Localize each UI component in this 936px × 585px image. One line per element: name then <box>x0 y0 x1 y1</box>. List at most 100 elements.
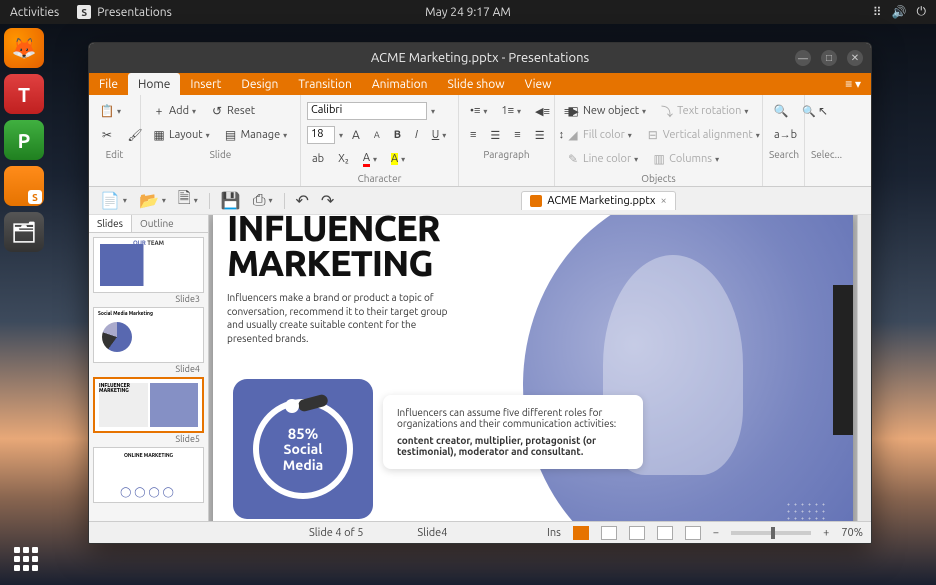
qat-more[interactable]: 🗎▾ <box>173 184 203 217</box>
zoom-slider[interactable] <box>731 531 811 535</box>
menu-insert[interactable]: Insert <box>180 73 231 95</box>
power-icon[interactable]: ⏻ <box>917 5 927 19</box>
align-justify[interactable]: ☰ <box>530 126 550 145</box>
clear-format[interactable]: X₂ <box>333 150 354 168</box>
qat-open[interactable]: 📂▾ <box>134 188 171 213</box>
view-master-button[interactable] <box>657 526 673 540</box>
dock-presentations[interactable] <box>4 166 44 206</box>
shrink-font[interactable]: A <box>369 127 385 143</box>
minimize-button[interactable]: — <box>795 50 811 66</box>
clock[interactable]: May 24 9:17 AM <box>425 6 511 19</box>
manage-icon: ▤ <box>224 128 238 142</box>
document-tab-label: ACME Marketing.pptx <box>547 195 655 207</box>
slide-description[interactable]: Influencers make a brand or product a to… <box>227 291 457 345</box>
font-size-select[interactable]: 18 <box>307 126 335 144</box>
strike-button[interactable]: ab <box>307 150 329 168</box>
callout-box[interactable]: Influencers can assume five different ro… <box>383 395 643 469</box>
qat-undo[interactable]: ↶ <box>291 188 314 213</box>
dock-textmaker[interactable]: T <box>4 74 44 114</box>
columns-button[interactable]: ▥Columns▾ <box>647 149 724 169</box>
status-insert-mode[interactable]: Ins <box>547 527 561 539</box>
qat-redo[interactable]: ↷ <box>316 188 339 213</box>
tab-close-icon[interactable]: × <box>660 195 666 207</box>
presentations-window: ACME Marketing.pptx - Presentations — □ … <box>88 42 872 544</box>
underline-button[interactable]: U▾ <box>427 126 452 144</box>
zoom-level[interactable]: 70% <box>841 527 863 539</box>
menu-design[interactable]: Design <box>231 73 288 95</box>
app-menu[interactable]: S Presentations <box>77 5 172 19</box>
slide[interactable]: INFLUENCERMARKETING Influencers make a b… <box>213 215 853 521</box>
cut-button[interactable]: ✂ <box>95 125 119 145</box>
qat-new[interactable]: 📄▾ <box>95 188 132 213</box>
thumb-slide3[interactable]: OUR TEAM Slide3 <box>93 237 204 305</box>
qat-print[interactable]: ⎙▾ <box>248 188 278 213</box>
network-icon[interactable]: ⠿ <box>873 5 882 19</box>
plus-icon: + <box>152 104 166 118</box>
cursor-icon: ↖ <box>816 104 830 118</box>
vertical-scrollbar[interactable] <box>857 215 871 521</box>
view-slideshow-button[interactable] <box>685 526 701 540</box>
slide-canvas[interactable]: INFLUENCERMARKETING Influencers make a b… <box>209 215 857 521</box>
menu-transition[interactable]: Transition <box>288 73 361 95</box>
menu-home[interactable]: Home <box>128 73 180 95</box>
dock-files[interactable]: 🗂 <box>4 212 44 252</box>
new-object-button[interactable]: ◧New object▾ <box>561 101 651 121</box>
columns-icon: ▥ <box>652 152 666 166</box>
slide-title[interactable]: INFLUENCERMARKETING <box>227 215 440 281</box>
fill-color-button[interactable]: ◢Fill color▾ <box>561 125 637 145</box>
reset-slide-button[interactable]: ↺Reset <box>205 101 260 121</box>
vertical-align-button[interactable]: ⊟Vertical alignment▾ <box>641 125 765 145</box>
menu-view[interactable]: View <box>515 73 562 95</box>
view-outline-button[interactable] <box>629 526 645 540</box>
qat-save[interactable]: 💾 <box>216 188 246 213</box>
paste-button[interactable]: 📋▾ <box>95 101 126 121</box>
dock-planmaker[interactable]: P <box>4 120 44 160</box>
group-search-label: Search <box>769 149 798 160</box>
zoom-in-button[interactable]: + <box>823 527 829 539</box>
select-button[interactable]: ↖ <box>811 101 835 121</box>
layout-button[interactable]: ▦Layout▾ <box>147 125 215 145</box>
font-color[interactable]: A▾ <box>358 149 382 170</box>
bullets-button[interactable]: •≡▾ <box>465 102 492 120</box>
zoom-out-button[interactable]: − <box>713 527 719 539</box>
dock: 🦊 T P 🗂 <box>4 28 52 252</box>
bold-button[interactable]: B <box>389 126 406 144</box>
close-button[interactable]: ✕ <box>847 50 863 66</box>
menu-file[interactable]: File <box>89 73 128 95</box>
align-left[interactable]: ≡ <box>465 126 481 144</box>
thumb-slide5[interactable]: INFLUENCERMARKETING Slide5 <box>93 377 204 445</box>
panel-tab-slides[interactable]: Slides <box>89 215 132 232</box>
view-normal-button[interactable] <box>573 526 589 540</box>
text-rotation-button[interactable]: ⤵Text rotation▾ <box>655 101 753 121</box>
menu-animation[interactable]: Animation <box>362 73 438 95</box>
maximize-button[interactable]: □ <box>821 50 837 66</box>
goto-button[interactable]: a→b <box>769 126 802 144</box>
font-family-select[interactable]: Calibri <box>307 102 427 120</box>
volume-icon[interactable]: 🔊 <box>892 5 907 19</box>
align-center[interactable]: ☰ <box>485 126 505 145</box>
menu-hamburger[interactable]: ≡ ▾ <box>835 73 871 95</box>
highlight-color[interactable]: A▾ <box>386 150 410 168</box>
menu-slideshow[interactable]: Slide show <box>437 73 514 95</box>
thumbnails-list[interactable]: OUR TEAM Slide3 Social Media Marketing S… <box>89 233 208 521</box>
thumb-slide6[interactable]: ONLINE MARKETING <box>93 447 204 505</box>
numbering-button[interactable]: 1≡▾ <box>496 102 526 120</box>
activities-button[interactable]: Activities <box>10 6 59 19</box>
status-slide-pos: Slide 4 of 5 <box>309 527 363 539</box>
dock-firefox[interactable]: 🦊 <box>4 28 44 68</box>
thumb-slide4[interactable]: Social Media Marketing Slide4 <box>93 307 204 375</box>
document-tab[interactable]: ACME Marketing.pptx × <box>521 191 675 210</box>
manage-button[interactable]: ▤Manage▾ <box>219 125 293 145</box>
line-color-button[interactable]: ✎Line color▾ <box>561 149 643 169</box>
add-slide-button[interactable]: +Add▾ <box>147 101 201 121</box>
align-right[interactable]: ≡ <box>509 126 525 144</box>
stat-badge[interactable]: 85% SocialMedia <box>233 379 373 519</box>
grow-font[interactable]: A <box>347 126 365 145</box>
show-applications[interactable] <box>14 547 38 571</box>
panel-tab-outline[interactable]: Outline <box>132 215 182 232</box>
view-sorter-button[interactable] <box>601 526 617 540</box>
outdent-button[interactable]: ◀≡ <box>530 102 555 121</box>
italic-button[interactable]: I <box>410 126 423 144</box>
titlebar[interactable]: ACME Marketing.pptx - Presentations — □ … <box>89 43 871 73</box>
find-button[interactable]: 🔍 <box>769 101 793 121</box>
